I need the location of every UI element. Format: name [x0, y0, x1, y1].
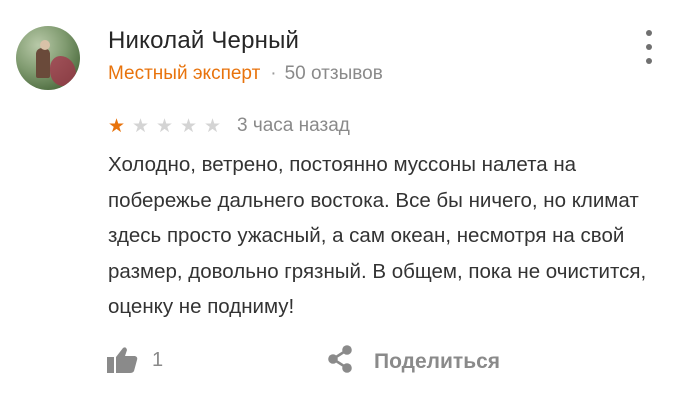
like-count: 1	[152, 348, 164, 371]
more-dot	[646, 44, 652, 50]
rating-row: ★ ★ ★ ★ ★ 3 часа назад	[108, 115, 350, 137]
like-button[interactable]: 1	[106, 346, 163, 374]
share-button[interactable]: Поделиться	[326, 344, 500, 379]
star-icon: ★	[156, 115, 174, 137]
star-icon: ★	[204, 115, 222, 137]
share-icon	[326, 344, 354, 379]
avatar-photo-figure	[36, 48, 50, 78]
review-count: 50 отзывов	[284, 63, 383, 84]
avatar[interactable]	[16, 26, 80, 90]
thumbs-up-icon	[106, 346, 138, 374]
avatar-photo-plant	[50, 56, 76, 86]
author-meta: Местный эксперт · 50 отзывов	[108, 63, 383, 85]
star-icon: ★	[108, 115, 126, 137]
author-name[interactable]: Николай Черный	[108, 27, 299, 55]
star-icon: ★	[180, 115, 198, 137]
star-rating: ★ ★ ★ ★ ★	[108, 117, 228, 136]
review-time: 3 часа назад	[237, 115, 350, 136]
more-dot	[646, 58, 652, 64]
share-label: Поделиться	[374, 349, 501, 373]
star-icon: ★	[132, 115, 150, 137]
more-options-icon[interactable]	[644, 30, 654, 64]
avatar-photo-head	[40, 40, 50, 50]
local-expert-badge[interactable]: Местный эксперт	[108, 63, 260, 84]
more-dot	[646, 30, 652, 36]
review-text: Холодно, ветрено, постоянно муссоны нале…	[108, 153, 647, 318]
meta-separator: ·	[270, 63, 277, 84]
